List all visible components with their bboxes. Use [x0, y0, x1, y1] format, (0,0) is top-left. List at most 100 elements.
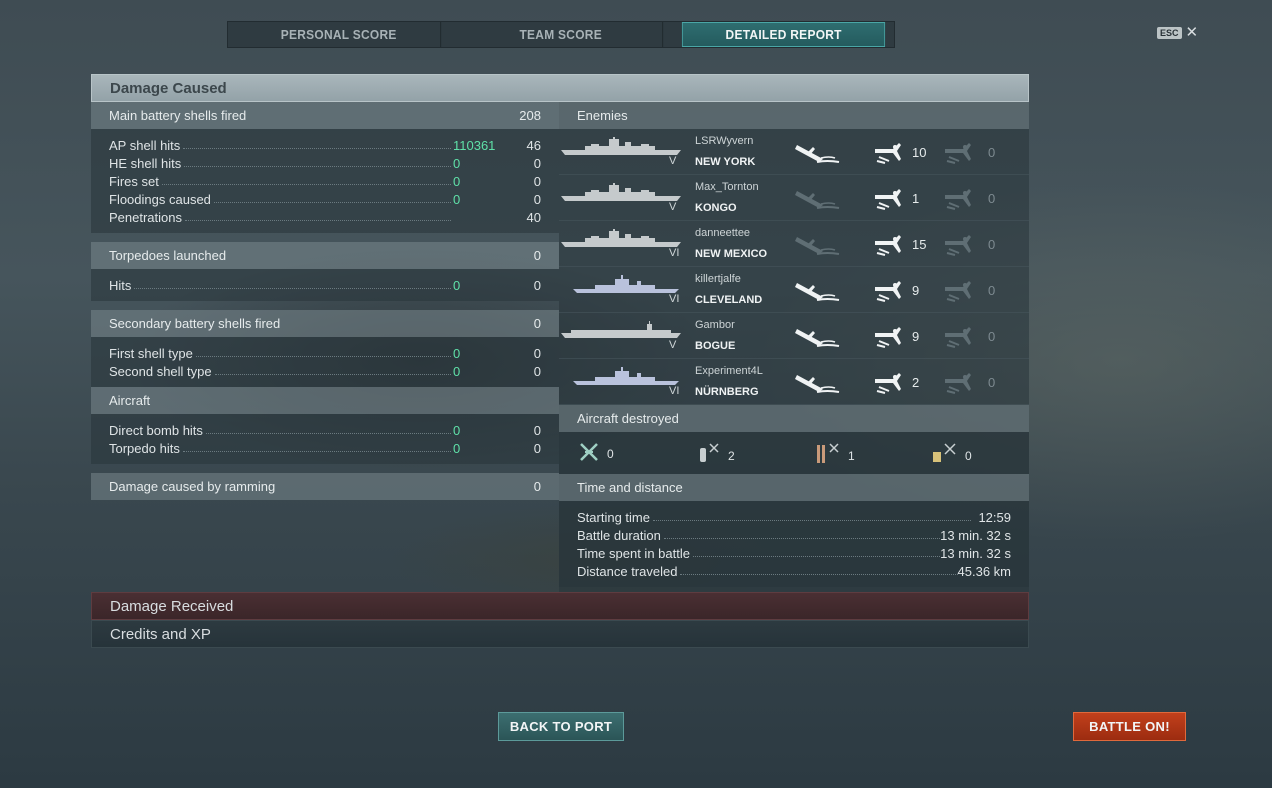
ship-name: CLEVELAND	[695, 294, 763, 306]
aircraft-count: 2	[728, 448, 735, 463]
enemies-column: Enemies V LSRWyvern NEW YORK 10 0 V Max_Tornto…	[559, 102, 1029, 592]
panel-title[interactable]: Damage Caused	[91, 74, 1029, 102]
stat-row: HE shell hits 0 0	[109, 153, 541, 171]
stat-count: 0	[533, 278, 541, 293]
dotted-leader	[214, 374, 451, 375]
section-label: Aircraft destroyed	[577, 411, 679, 426]
stat-row: Starting time 12:59	[577, 507, 1011, 525]
stat-row: Hits 0 0	[109, 275, 541, 293]
secondary-hit-icon	[943, 231, 975, 257]
ship-tier: V	[669, 155, 677, 167]
stat-damage: 0	[453, 441, 461, 456]
enemy-names: Max_Tornton KONGO	[695, 181, 795, 214]
ship-tier: V	[669, 201, 677, 213]
secondary-hit-count: 0	[988, 375, 996, 390]
stat-label: Hits	[109, 278, 132, 293]
section-label: Damage caused by ramming	[109, 479, 276, 494]
aircraft-destroyed-item: 0	[931, 442, 972, 469]
enemy-row: VI killertjalfe CLEVELAND 9 0	[559, 267, 1029, 313]
stat-label: Second shell type	[109, 364, 212, 379]
back-to-port-button[interactable]: BACK TO PORT	[498, 712, 624, 741]
player-name: killertjalfe	[695, 273, 741, 285]
stat-label: Time spent in battle	[577, 546, 690, 561]
hit-count: 1	[912, 191, 920, 206]
main-battery-rows: AP shell hits 110361 46 HE shell hits 0 0 Fire…	[91, 129, 559, 233]
bomber-icon	[696, 442, 720, 469]
ship-name: NEW YORK	[695, 156, 756, 168]
player-name: Experiment4L	[695, 365, 763, 377]
ship-name: NEW MEXICO	[695, 248, 768, 260]
enemy-row: V LSRWyvern NEW YORK 10 0	[559, 129, 1029, 175]
damage-received-header[interactable]: Damage Received	[91, 592, 1029, 620]
credits-xp-header[interactable]: Credits and XP	[91, 620, 1029, 648]
stat-count: 0	[533, 156, 541, 171]
ship-tier: VI	[669, 247, 680, 259]
ship-silhouette-icon	[559, 359, 679, 405]
dotted-leader	[184, 166, 451, 167]
secondary-hit-icon	[943, 323, 975, 349]
hit-count: 2	[912, 375, 920, 390]
stat-damage: 0	[453, 174, 461, 189]
sunk-ship-icon	[795, 141, 841, 165]
sunk-ship-icon	[795, 371, 841, 395]
stat-label: Distance traveled	[577, 564, 678, 579]
close-button[interactable]: ESC ✕	[1157, 24, 1199, 41]
dotted-leader	[652, 520, 971, 521]
ship-tier: VI	[669, 385, 680, 397]
stat-label: AP shell hits	[109, 138, 181, 153]
panel-body: Main battery shells fired 208 AP shell h…	[91, 102, 1029, 592]
ship-silhouette-icon	[559, 129, 681, 175]
sunk-ship-icon	[795, 187, 841, 211]
enemy-row: VI Experiment4L NÜRNBERG 2 0	[559, 359, 1029, 405]
dotted-leader	[663, 538, 941, 539]
sunk-ship-icon	[795, 233, 841, 257]
stat-count: 0	[533, 192, 541, 207]
stat-damage: 0	[453, 423, 461, 438]
section-secondary: Secondary battery shells fired 0	[91, 310, 559, 337]
secondary-hit-icon	[943, 277, 975, 303]
dive-bomber-icon	[931, 442, 957, 469]
section-torpedoes: Torpedoes launched 0	[91, 242, 559, 269]
dotted-leader	[213, 202, 451, 203]
hit-ship-icon	[873, 139, 905, 165]
tab-team-score[interactable]: TEAM SCORE	[459, 22, 664, 47]
player-name: danneettee	[695, 227, 751, 239]
dotted-leader	[680, 574, 958, 575]
stat-label: Direct bomb hits	[109, 423, 203, 438]
enemy-names: killertjalfe CLEVELAND	[695, 273, 795, 306]
ship-tier: VI	[669, 293, 680, 305]
tab-personal-score[interactable]: PERSONAL SCORE	[237, 22, 442, 47]
section-label: Main battery shells fired	[109, 108, 247, 123]
stat-label: HE shell hits	[109, 156, 182, 171]
stat-label: Starting time	[577, 510, 650, 525]
secondary-rows: First shell type 0 0 Second shell type 0 0	[91, 337, 559, 387]
secondary-hit-count: 0	[988, 283, 996, 298]
hit-ship-icon	[873, 277, 905, 303]
hit-count: 15	[912, 237, 927, 252]
dotted-leader	[692, 556, 941, 557]
section-value: 0	[533, 248, 541, 263]
stat-count: 46	[526, 138, 541, 153]
stat-damage: 0	[453, 346, 461, 361]
section-aircraft: Aircraft	[91, 387, 559, 414]
time-distance-rows: Starting time 12:59 Battle duration 13 min.…	[559, 501, 1029, 587]
torpedo-rows: Hits 0 0	[91, 269, 559, 301]
section-label: Secondary battery shells fired	[109, 316, 281, 331]
stat-row: Penetrations 40	[109, 207, 541, 225]
close-icon: ✕	[1185, 24, 1199, 41]
enemy-row: V Max_Tornton KONGO 1 0	[559, 175, 1029, 221]
section-label: Torpedoes launched	[109, 248, 227, 263]
secondary-hit-count: 0	[988, 145, 996, 160]
stat-value: 45.36 km	[957, 564, 1011, 579]
secondary-hit-icon	[943, 139, 975, 165]
player-name: Gambor	[695, 319, 735, 331]
battle-on-button[interactable]: BATTLE ON!	[1073, 712, 1186, 741]
stat-damage: 0	[453, 156, 461, 171]
tab-detailed-report[interactable]: DETAILED REPORT	[681, 22, 886, 47]
stat-value: 13 min. 32 s	[940, 528, 1011, 543]
stat-label: Battle duration	[577, 528, 661, 543]
stat-count: 0	[533, 423, 541, 438]
stat-damage: 0	[453, 192, 461, 207]
ship-tier: V	[669, 339, 677, 351]
secondary-hit-count: 0	[988, 237, 996, 252]
